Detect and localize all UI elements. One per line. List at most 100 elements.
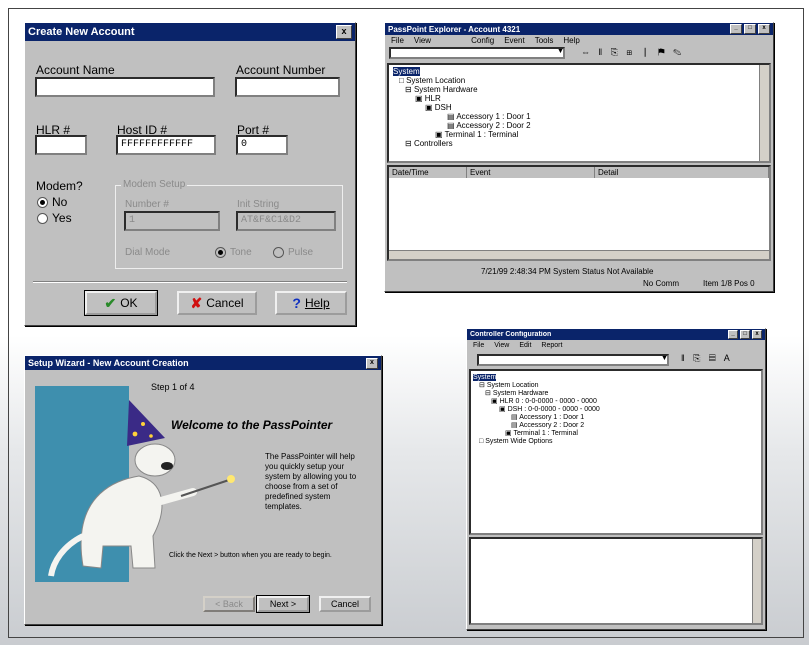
event-list-pane[interactable]: Date/Time Event Detail (387, 165, 771, 261)
help-button[interactable]: ? Help (275, 291, 347, 315)
modem-no-radio[interactable]: No (37, 195, 67, 209)
close-button[interactable]: x (366, 357, 378, 369)
tree-item-dsh[interactable]: ▣ DSH (425, 104, 452, 112)
modem-yes-radio[interactable]: Yes (37, 211, 72, 225)
cancel-button[interactable]: ✘ Cancel (177, 291, 257, 315)
radio-dot-icon (273, 247, 284, 258)
explorer-tree-pane[interactable]: System □ System Location ⊟ System Hardwa… (387, 63, 771, 163)
dropdown-arrow-icon[interactable]: ▼ (661, 355, 668, 362)
minimize-button[interactable]: _ (730, 24, 742, 34)
host-id-field[interactable]: FFFFFFFFFFFF (116, 135, 216, 155)
menu-help[interactable]: Help (563, 36, 579, 45)
menu-config[interactable]: Config (471, 36, 494, 45)
tree-item-system[interactable]: System (473, 374, 497, 382)
next-button[interactable]: Next > (256, 595, 310, 613)
tree-item-hlr[interactable]: ▣ HLR (415, 95, 441, 103)
menu-file[interactable]: File (473, 342, 484, 349)
hlr-field[interactable] (35, 135, 87, 155)
menu-view[interactable]: View (414, 36, 431, 45)
tree-item-hlr[interactable]: ▣ HLR 0 : 0-0-0000 - 0000 - 0000 (491, 398, 597, 406)
tree-item-accessory-2[interactable]: ▤ Accessory 2 : Door 2 (511, 422, 584, 430)
account-name-field[interactable] (35, 77, 215, 97)
toolbar-icons[interactable]: ⇔ ‖ ⎘ ⊞ ┃ ⚑ ✎ (581, 47, 684, 58)
tree-label: System (473, 374, 497, 381)
tree-label: System Hardware (413, 85, 478, 94)
config-title: Controller Configuration (470, 331, 552, 338)
radio-dot-icon (37, 212, 48, 224)
tree-item-dsh[interactable]: ▣ DSH : 0-0-0000 - 0000 - 0000 (499, 406, 600, 414)
menu-event[interactable]: Event (504, 36, 524, 45)
menu-file[interactable]: File (391, 36, 404, 45)
wizard-title: Setup Wizard - New Account Creation (28, 358, 189, 368)
back-button[interactable]: < Back (203, 596, 255, 612)
wizard-hint: Click the Next > button when you are rea… (169, 552, 332, 559)
next-label: Next > (269, 599, 297, 609)
tree-label: System (393, 67, 420, 76)
modem-label: Modem? (36, 179, 83, 193)
tree-label: Accessory 1 : Door 1 (456, 112, 531, 121)
explorer-window: PassPoint Explorer - Account 4321 _ □ x … (384, 22, 774, 292)
column-detail[interactable]: Detail (595, 167, 769, 178)
tone-radio[interactable]: Tone (215, 247, 252, 258)
event-hscrollbar[interactable] (389, 250, 769, 259)
wizard-cancel-button[interactable]: Cancel (319, 596, 371, 612)
tree-label: Controllers (413, 139, 453, 148)
init-string-label: Init String (237, 199, 280, 210)
create-account-title: Create New Account (28, 26, 135, 38)
column-date-time[interactable]: Date/Time (389, 167, 467, 178)
pulse-radio[interactable]: Pulse (273, 247, 313, 258)
tree-item-terminal[interactable]: ▣ Terminal 1 : Terminal (435, 131, 518, 139)
tree-item-options[interactable]: □ System Wide Options (479, 438, 553, 446)
toolbar-icons[interactable]: ‖ ⎘ ▤ A (681, 353, 733, 364)
tree-item-accessory-2[interactable]: ▤ Accessory 2 : Door 2 (447, 122, 531, 130)
wizard-body: The PassPointer will help you quickly se… (265, 452, 357, 511)
column-event[interactable]: Event (467, 167, 595, 178)
config-window: Controller Configuration _ □ x File View… (466, 328, 766, 630)
dial-mode-label: Dial Mode (125, 247, 171, 258)
tree-label: System Location (406, 76, 466, 85)
separator (33, 281, 347, 283)
tree-item-location[interactable]: ⊟ System Location (479, 382, 539, 390)
close-button[interactable]: x (336, 25, 352, 39)
explorer-title: PassPoint Explorer - Account 4321 (388, 24, 521, 34)
menu-view[interactable]: View (494, 342, 509, 349)
modem-yes-label: Yes (52, 211, 72, 225)
menu-report[interactable]: Report (541, 342, 562, 349)
tree-item-hardware[interactable]: ⊟ System Hardware (405, 86, 478, 94)
tree-item-controllers[interactable]: ⊟ Controllers (405, 140, 453, 148)
setup-wizard-dialog: Setup Wizard - New Account Creation x St… (24, 355, 382, 625)
tone-label: Tone (230, 247, 252, 258)
number-field[interactable]: 1 (124, 211, 220, 231)
menu-tools[interactable]: Tools (535, 36, 554, 45)
init-string-field[interactable]: AT&F&C1&D2 (236, 211, 336, 231)
tree-label: HLR 0 : 0-0-0000 - 0000 - 0000 (499, 398, 597, 405)
explorer-titlebar: PassPoint Explorer - Account 4321 _ □ x (385, 23, 773, 35)
radio-dot-icon (37, 196, 48, 208)
close-button[interactable]: x (758, 24, 770, 34)
tree-label: Terminal 1 : Terminal (513, 430, 578, 437)
config-combo[interactable] (477, 354, 669, 366)
maximize-button[interactable]: □ (740, 330, 750, 339)
number-label: Number # (125, 199, 169, 210)
ok-button[interactable]: ✔ OK (84, 290, 158, 316)
maximize-button[interactable]: □ (744, 24, 756, 34)
tree-scrollbar[interactable] (759, 65, 769, 161)
detail-scrollbar[interactable] (752, 539, 761, 623)
tree-item-accessory-1[interactable]: ▤ Accessory 1 : Door 1 (511, 414, 584, 422)
config-detail-pane[interactable] (469, 537, 763, 625)
tree-item-system[interactable]: System (393, 67, 420, 76)
menu-edit[interactable]: Edit (519, 342, 531, 349)
config-tree-pane[interactable]: System ⊟ System Location ⊟ System Hardwa… (469, 369, 763, 535)
account-number-field[interactable] (235, 77, 340, 97)
tree-label: System Hardware (492, 390, 549, 397)
account-combo[interactable] (389, 47, 565, 59)
tree-item-terminal[interactable]: ▣ Terminal 1 : Terminal (505, 430, 578, 438)
status-item: Item 1/8 Pos 0 (703, 279, 755, 288)
tree-item-hardware[interactable]: ⊟ System Hardware (485, 390, 548, 398)
minimize-button[interactable]: _ (728, 330, 738, 339)
tree-item-accessory-1[interactable]: ▤ Accessory 1 : Door 1 (447, 113, 531, 121)
close-button[interactable]: x (752, 330, 762, 339)
port-field[interactable]: 0 (236, 135, 288, 155)
tree-item-location[interactable]: □ System Location (399, 77, 465, 85)
dropdown-arrow-icon[interactable]: ▼ (557, 48, 564, 55)
